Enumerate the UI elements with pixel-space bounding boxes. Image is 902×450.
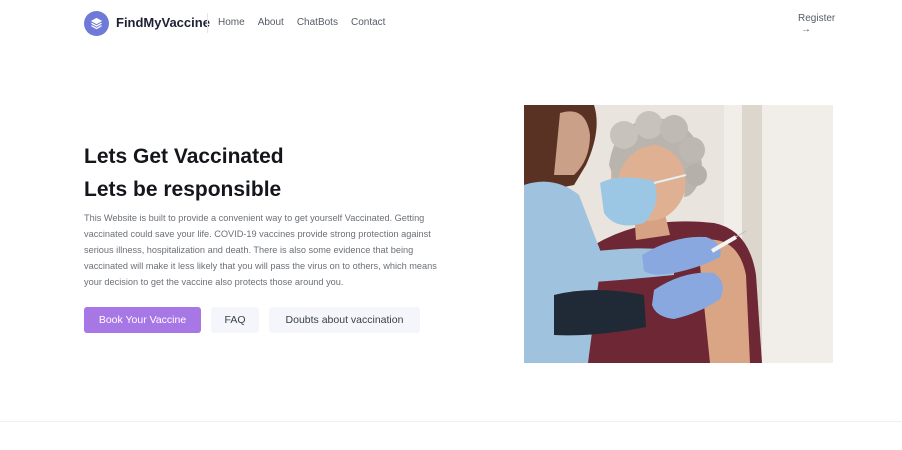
book-vaccine-button[interactable]: Book Your Vaccine	[84, 307, 201, 333]
arrow-right-icon: →	[801, 24, 811, 35]
register-link[interactable]: Register →	[798, 13, 838, 35]
hero-title-line1: Lets Get Vaccinated	[84, 145, 284, 168]
header-divider	[207, 13, 208, 33]
faq-button[interactable]: FAQ	[211, 307, 259, 333]
register-label: Register	[798, 13, 836, 24]
hero-vaccination-image	[524, 105, 833, 363]
brand-name[interactable]: FindMyVaccine	[116, 15, 210, 30]
nav-contact-link[interactable]: Contact	[351, 17, 385, 28]
section-divider	[0, 421, 902, 422]
nav-home-link[interactable]: Home	[218, 17, 245, 28]
hero-title: Lets Get Vaccinated Lets be responsible	[84, 140, 284, 206]
main-nav: Home About ChatBots Contact	[218, 17, 385, 28]
doubts-button[interactable]: Doubts about vaccination	[269, 307, 420, 333]
hero-title-line2: Lets be responsible	[84, 178, 282, 201]
hero-description: This Website is built to provide a conve…	[84, 213, 437, 287]
brand-logo[interactable]	[84, 11, 109, 36]
nav-chatbots-link[interactable]: ChatBots	[297, 17, 338, 28]
stack-layers-icon	[90, 17, 103, 30]
vaccination-illustration	[524, 105, 833, 363]
top-navbar: FindMyVaccine Home About ChatBots Contac…	[0, 0, 902, 46]
nav-about-link[interactable]: About	[258, 17, 284, 28]
